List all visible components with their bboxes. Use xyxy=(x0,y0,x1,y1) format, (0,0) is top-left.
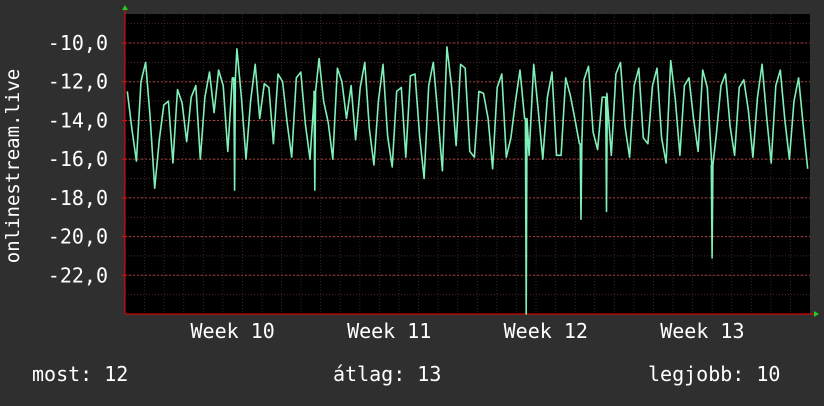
y-tick-label: -14,0 xyxy=(48,108,108,132)
x-tick-label: Week 13 xyxy=(660,319,744,343)
x-axis-arrow xyxy=(814,311,819,317)
stat-current: most: 12 xyxy=(32,362,129,386)
y-tick-label: -20,0 xyxy=(48,225,108,249)
chart: -10,0 -12,0 -14,0 -16,0 -18,0 -20,0 -22,0 Week … xyxy=(0,0,824,402)
y-tick-label: -16,0 xyxy=(48,147,108,171)
x-tick-label: Week 10 xyxy=(190,319,274,343)
y-tick-label: -10,0 xyxy=(48,31,108,55)
stat-average: átlag: 13 xyxy=(333,362,442,386)
chart-svg: -10,0 -12,0 -14,0 -16,0 -18,0 -20,0 -22,0 Week … xyxy=(2,5,819,343)
plot-background xyxy=(125,14,810,314)
y-tick-label: -12,0 xyxy=(48,70,108,94)
stat-best: legjobb: 10 xyxy=(648,362,781,386)
y-axis-label: onlinestream.live xyxy=(2,69,24,263)
y-tick-label: -22,0 xyxy=(48,263,108,287)
y-axis-arrow xyxy=(122,5,128,10)
x-tick-label: Week 11 xyxy=(347,319,431,343)
y-tick-label: -18,0 xyxy=(48,186,108,210)
x-tick-label: Week 12 xyxy=(504,319,588,343)
